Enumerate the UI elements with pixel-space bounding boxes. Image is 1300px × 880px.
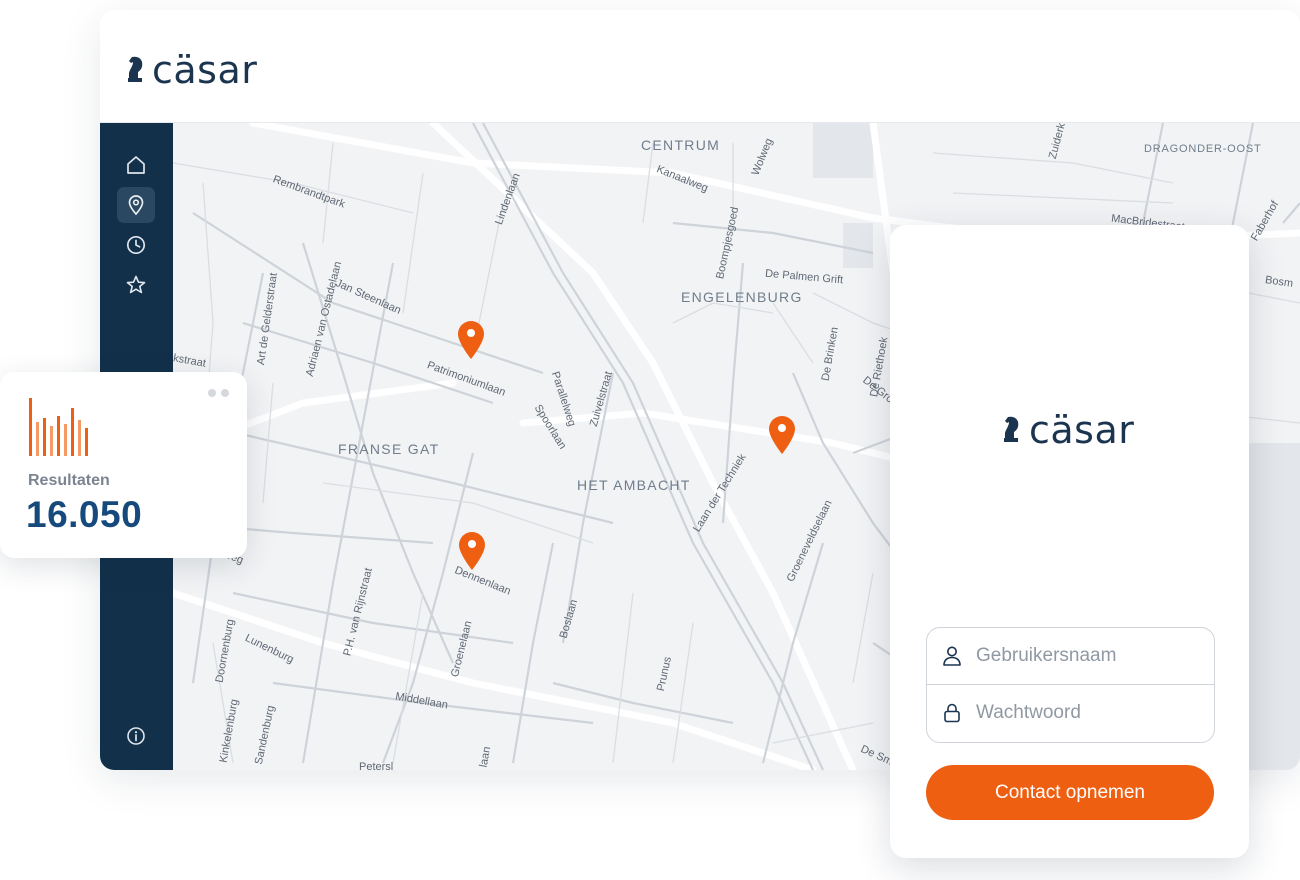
location-pin-icon — [128, 195, 144, 216]
more-options-icon[interactable] — [208, 389, 229, 397]
map-marker[interactable] — [456, 320, 486, 360]
sidebar-item-info[interactable] — [117, 718, 155, 754]
username-field[interactable] — [927, 628, 1214, 685]
brand-logo[interactable]: cäsar — [124, 48, 257, 92]
login-form — [926, 627, 1215, 743]
password-input[interactable] — [976, 702, 1214, 724]
star-icon — [126, 275, 146, 294]
map-marker[interactable] — [457, 531, 487, 571]
sidebar-item-map[interactable] — [117, 187, 155, 223]
district-label: HET AMBACHT — [577, 477, 691, 493]
user-icon — [942, 645, 962, 667]
clock-icon — [126, 235, 146, 255]
results-bar-chart-icon — [29, 398, 88, 456]
results-label: Resultaten — [28, 472, 110, 489]
district-label: FRANSE GAT — [338, 441, 440, 457]
district-label: ENGELENBURG — [681, 289, 803, 305]
home-icon — [127, 156, 145, 174]
chess-knight-icon — [1004, 416, 1019, 442]
brand-logo: cäsar — [1000, 408, 1134, 452]
login-card: cäsar Contact opnemen — [890, 225, 1249, 858]
street-label: Petersl — [359, 761, 394, 770]
sidebar-item-home[interactable] — [117, 147, 155, 183]
sidebar-item-history[interactable] — [117, 227, 155, 263]
lock-icon — [942, 702, 962, 724]
info-icon — [127, 727, 145, 745]
app-header: cäsar — [100, 10, 1300, 123]
sidebar-item-favorites[interactable] — [117, 267, 155, 303]
username-input[interactable] — [976, 645, 1214, 667]
password-field[interactable] — [927, 685, 1214, 741]
brand-name: cäsar — [1029, 408, 1135, 452]
brand-name: cäsar — [152, 48, 258, 92]
chess-knight-icon — [128, 56, 143, 82]
results-widget: Resultaten 16.050 — [0, 372, 247, 558]
district-label: CENTRUM — [641, 137, 721, 153]
district-label: DRAGONDER-OOST — [1144, 143, 1262, 155]
map-marker[interactable] — [767, 415, 797, 455]
contact-button[interactable]: Contact opnemen — [926, 765, 1214, 820]
results-count: 16.050 — [26, 494, 143, 535]
